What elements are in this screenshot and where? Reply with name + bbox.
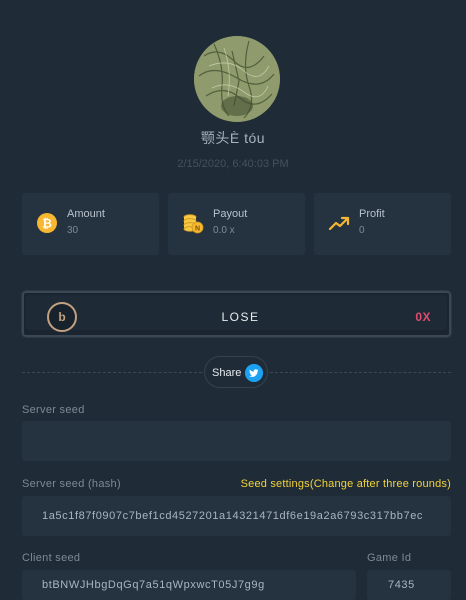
stat-card-amount: ₿ Amount 30 — [22, 193, 159, 255]
client-seed-field[interactable]: btBNWJHbgDqGq7a51qWpxwcT05J7g9g — [22, 570, 356, 600]
share-button[interactable]: Share — [204, 356, 268, 388]
username: 颚头È tóu — [200, 130, 266, 146]
share-label: Share — [212, 367, 242, 379]
game-result-inner: b LOSE 0X — [26, 295, 447, 332]
stat-value: 0 — [359, 225, 365, 236]
client-seed-label: Client seed — [22, 552, 81, 564]
seed-settings-link[interactable]: Seed settings(Change after three rounds) — [241, 478, 451, 490]
stat-label: Payout — [213, 208, 248, 220]
server-seed-hash-value: 1a5c1f87f0907c7bef1cd4527201a14321471df6… — [42, 510, 424, 522]
game-id-value: 7435 — [388, 579, 415, 591]
client-seed-value: btBNWJHbgDqGq7a51qWpxwcT05J7g9g — [42, 579, 265, 591]
twitter-icon — [245, 364, 263, 382]
game-id-label: Game Id — [367, 552, 412, 564]
trending-up-icon — [328, 216, 350, 231]
result-multiplier: 0X — [415, 310, 431, 324]
server-seed-label: Server seed — [22, 404, 85, 416]
stat-card-payout: N Payout 0.0 x — [168, 193, 305, 255]
stat-value: 30 — [67, 225, 79, 236]
avatar-image — [194, 36, 280, 122]
server-seed-hash-label: Server seed (hash) — [22, 478, 121, 490]
stat-value: 0.0 x — [213, 225, 235, 236]
game-result-bar: b LOSE 0X — [22, 291, 451, 337]
result-label: LOSE — [221, 310, 260, 324]
svg-text:₿: ₿ — [42, 217, 52, 231]
game-timestamp: 2/15/2020, 6:40:03 PM — [177, 158, 289, 170]
stat-card-profit: Profit 0 — [314, 193, 451, 255]
coin-stack-icon: N — [183, 214, 204, 234]
game-id-field[interactable]: 7435 — [367, 570, 451, 600]
divider-right — [270, 372, 451, 373]
server-seed-hash-field[interactable]: 1a5c1f87f0907c7bef1cd4527201a14321471df6… — [22, 496, 451, 536]
server-seed-field[interactable] — [22, 421, 451, 461]
svg-text:N: N — [195, 226, 200, 233]
stat-label: Profit — [359, 208, 385, 220]
divider-left — [22, 372, 202, 373]
bitcoin-icon: ₿ — [37, 213, 57, 233]
avatar — [194, 36, 280, 122]
stat-label: Amount — [67, 208, 105, 220]
